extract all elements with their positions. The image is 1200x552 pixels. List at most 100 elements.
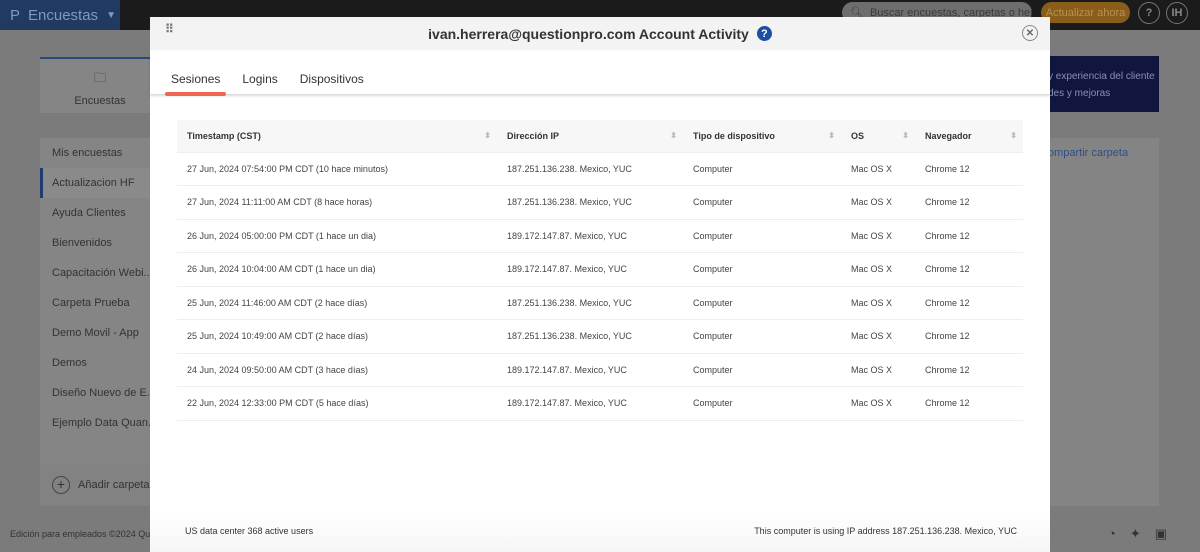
column-header[interactable]: Dirección IP ⬍ [497,120,683,152]
table-cell: 27 Jun, 2024 07:54:00 PM CDT (10 hace mi… [177,151,497,186]
table-row: 24 Jun, 2024 09:50:00 AM CDT (3 hace día… [177,352,1023,387]
avatar[interactable]: IH [1166,2,1188,24]
tab-bar: Sesiones Logins Dispositivos [150,50,1050,96]
table-cell: Mac OS X [841,386,915,421]
active-users-text: US data center 368 active users [185,526,314,536]
account-activity-modal: ⠿ ivan.herrera@questionpro.com Account A… [150,17,1050,552]
update-now-button[interactable]: Actualizar ahora [1041,2,1130,23]
table-cell: 26 Jun, 2024 05:00:00 PM CDT (1 hace un … [177,218,497,253]
table-cell: 26 Jun, 2024 10:04:00 AM CDT (1 hace un … [177,252,497,286]
table-cell: Mac OS X [841,285,915,320]
modal-footer: US data center 368 active users This com… [150,510,1050,552]
table-cell: Mac OS X [841,319,915,353]
sessions-table: Timestamp (CST) ⬍ Dirección IP ⬍ Tipo de dis… [177,120,1023,421]
edition-footer: Edición para empleados ©2024 Qu [10,529,151,539]
banner-text: y experiencia del cliente [1048,71,1155,82]
table-cell: 25 Jun, 2024 10:49:00 AM CDT (2 hace día… [177,319,497,353]
table-cell: Computer [683,218,841,253]
table-cell: 187.251.136.238. Mexico, YUC [497,319,683,353]
column-header[interactable]: Timestamp (CST) ⬍ [177,120,497,152]
folder-item[interactable]: Diseño Nuevo de E... [40,378,160,408]
surveys-card-label: Encuestas [74,95,126,107]
table-cell: Mac OS X [841,185,915,219]
folder-item[interactable]: Mis encuestas [40,138,160,168]
table-cell: 24 Jun, 2024 09:50:00 AM CDT (3 hace día… [177,352,497,387]
chat-icon[interactable]: ▣ [1155,526,1167,542]
table-cell: 189.172.147.87. Mexico, YUC [497,252,683,286]
drag-handle-icon[interactable]: ⠿ [165,23,174,35]
sort-icon[interactable]: ⬍ [670,131,677,140]
table-cell: Computer [683,352,841,387]
help-icon[interactable]: ? [756,26,772,41]
banner-text: des y mejoras [1048,88,1111,99]
table-cell: 189.172.147.87. Mexico, YUC [497,386,683,421]
sort-icon[interactable]: ⬍ [828,131,835,140]
table-row: 25 Jun, 2024 11:46:00 AM CDT (2 hace día… [177,285,1023,320]
column-header[interactable]: OS ⬍ [841,120,915,152]
surveys-card[interactable]: 🗀 Encuestas [40,57,160,113]
folder-item[interactable]: Bienvenidos [40,228,160,258]
table-cell: 22 Jun, 2024 12:33:00 PM CDT (5 hace día… [177,386,497,421]
table-cell: Chrome 12 [915,285,1023,320]
folder-item[interactable]: Ayuda Clientes [40,198,160,228]
plus-circle-icon: + [52,476,70,495]
table-row: 27 Jun, 2024 11:11:00 AM CDT (8 hace hor… [177,185,1023,219]
table-row: 26 Jun, 2024 05:00:00 PM CDT (1 hace un … [177,218,1023,253]
table-cell: 189.172.147.87. Mexico, YUC [497,352,683,387]
table-cell: 25 Jun, 2024 11:46:00 AM CDT (2 hace día… [177,285,497,320]
table-cell: Chrome 12 [915,218,1023,253]
table-cell: Computer [683,386,841,421]
table-row: 22 Jun, 2024 12:33:00 PM CDT (5 hace día… [177,386,1023,421]
table-cell: Chrome 12 [915,185,1023,219]
folder-icon: 🗀 [93,70,107,85]
tab-sesiones[interactable]: Sesiones [165,72,227,96]
table-cell: Chrome 12 [915,151,1023,186]
table-cell: Chrome 12 [915,319,1023,353]
folder-item[interactable]: Carpeta Prueba [40,288,160,318]
promo-banner[interactable]: y experiencia del cliente des y mejoras [1040,56,1159,112]
gauge-icon[interactable]: ◔ [1108,526,1116,542]
table-cell: 187.251.136.238. Mexico, YUC [497,185,683,219]
table-cell: 27 Jun, 2024 11:11:00 AM CDT (8 hace hor… [177,185,497,219]
table-row: 26 Jun, 2024 10:04:00 AM CDT (1 hace un … [177,252,1023,286]
column-header-label: OS [851,130,865,141]
right-panel: ompartir carpeta [1040,138,1159,506]
table-cell: Chrome 12 [915,352,1023,387]
table-cell: 187.251.136.238. Mexico, YUC [497,151,683,186]
tab-dispositivos[interactable]: Dispositivos [294,72,370,94]
chevron-down-icon: ▼ [106,9,116,21]
column-header[interactable]: Tipo de dispositivo ⬍ [683,120,841,152]
table-row: 27 Jun, 2024 07:54:00 PM CDT (10 hace mi… [177,151,1023,186]
table-cell: Mac OS X [841,252,915,286]
tab-logins[interactable]: Logins [236,72,283,94]
folder-item[interactable]: Capacitación Webi... [40,258,160,288]
table-cell: Chrome 12 [915,386,1023,421]
product-switcher[interactable]: P Encuestas ▼ [0,0,120,30]
sort-icon[interactable]: ⬍ [902,131,909,140]
folder-item[interactable]: Actualizacion HF [40,168,160,198]
table-cell: 187.251.136.238. Mexico, YUC [497,285,683,320]
table-cell: Mac OS X [841,218,915,253]
folder-item[interactable]: Demo Movil - App [40,318,160,348]
sort-icon[interactable]: ⬍ [1010,131,1017,140]
table-cell: Mac OS X [841,352,915,387]
table-row: 25 Jun, 2024 10:49:00 AM CDT (2 hace día… [177,319,1023,353]
column-header-label: Tipo de dispositivo [693,130,775,141]
current-ip-text: This computer is using IP address 187.25… [754,526,1017,536]
product-name: Encuestas [28,6,99,24]
table-cell: 189.172.147.87. Mexico, YUC [497,218,683,253]
table-cell: Mac OS X [841,151,915,186]
table-cell: Computer [683,185,841,219]
table-cell: Computer [683,151,841,186]
folder-item[interactable]: Ejemplo Data Quan... [40,408,160,438]
table-cell: Computer [683,319,841,353]
sparkle-icon[interactable]: ✦ [1130,526,1141,542]
folder-item[interactable]: Demos [40,348,160,378]
help-button[interactable]: ? [1138,2,1160,24]
share-folder-link[interactable]: ompartir carpeta [1040,138,1159,159]
column-header[interactable]: Navegador ⬍ [915,120,1023,152]
sort-icon[interactable]: ⬍ [484,131,491,140]
close-icon[interactable]: ✕ [1022,25,1038,41]
add-folder-button[interactable]: + Añadir carpeta [40,464,160,506]
column-header-label: Navegador [925,130,972,141]
